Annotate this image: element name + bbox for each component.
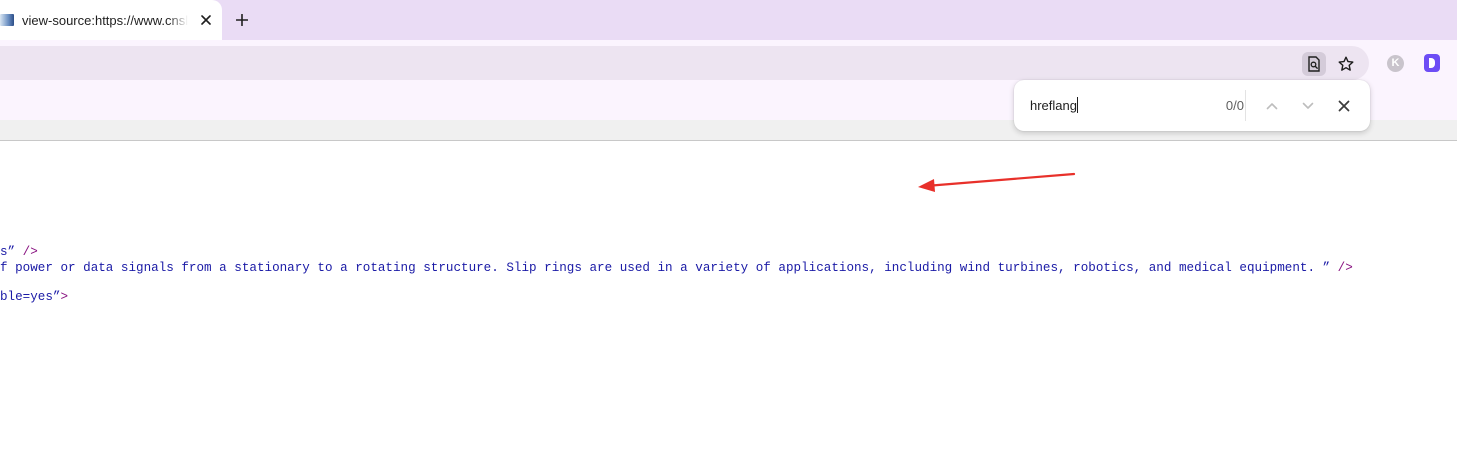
star-icon [1338, 56, 1354, 71]
attribute-value: ble=yes” [0, 290, 61, 304]
find-next-button[interactable] [1298, 96, 1318, 116]
extension-d-icon[interactable] [1424, 54, 1440, 72]
toolbar: K [0, 40, 1457, 80]
page-search-button[interactable] [1302, 52, 1326, 76]
address-bar[interactable] [0, 46, 1369, 80]
close-icon [1338, 100, 1350, 112]
source-line: ble=yes”> [0, 290, 68, 305]
browser-tab[interactable]: view-source:https://www.cnsl [0, 0, 222, 40]
chevron-up-icon [1266, 103, 1278, 110]
annotation-arrow [918, 172, 1076, 192]
attribute-value: f power or data signals from a stationar… [0, 261, 1331, 275]
close-icon [201, 15, 211, 25]
tab-title: view-source:https://www.cnsl [22, 13, 188, 28]
text-caret [1076, 97, 1078, 113]
find-input[interactable]: hreflang [1030, 97, 1200, 115]
bookmark-star-button[interactable] [1334, 52, 1358, 76]
find-separator [1245, 90, 1246, 121]
plus-icon [236, 14, 248, 26]
view-source-content: s” /> f power or data signals from a sta… [0, 141, 1457, 460]
tab-strip: view-source:https://www.cnsl [0, 0, 1457, 40]
tab-close-button[interactable] [196, 10, 216, 30]
tag-close: > [60, 290, 69, 304]
site-favicon-icon [0, 14, 14, 26]
attribute-value: s” [0, 245, 16, 259]
tab-title-fade [168, 10, 188, 32]
source-line: f power or data signals from a stationar… [0, 261, 1353, 276]
find-query: hreflang [1030, 98, 1077, 113]
chevron-down-icon [1302, 102, 1314, 109]
extension-k-icon[interactable]: K [1387, 55, 1404, 72]
find-close-button[interactable] [1334, 96, 1354, 116]
source-line: s” /> [0, 245, 38, 260]
tag-close: /> [1330, 261, 1353, 275]
new-tab-button[interactable] [231, 9, 253, 31]
tag-close: /> [15, 245, 38, 259]
find-previous-button[interactable] [1262, 96, 1282, 116]
page-search-icon [1308, 56, 1320, 72]
find-result-count: 0/0 [1225, 98, 1244, 113]
find-bar: hreflang 0/0 [1014, 80, 1370, 131]
